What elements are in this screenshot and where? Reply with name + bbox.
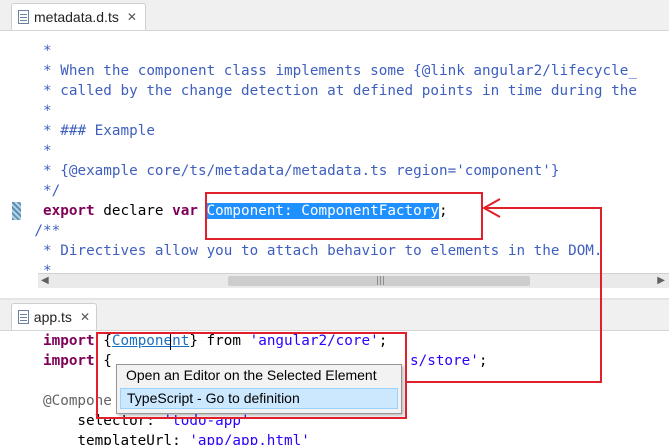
code-line: /** <box>0 223 61 239</box>
string-literal: s/store' <box>410 353 479 369</box>
code-text: templateUrl: <box>43 433 190 445</box>
import-line-tail: s/store'; <box>410 351 487 371</box>
typescript-file-icon <box>18 10 29 24</box>
string-literal: 'app/app.html' <box>189 433 310 445</box>
scroll-left-icon[interactable]: ◀ <box>41 275 49 286</box>
code-line: * <box>0 43 52 59</box>
code-line: * {@example core/ts/metadata/metadata.ts… <box>0 163 560 179</box>
tab-label: metadata.d.ts <box>34 9 119 25</box>
keyword: import <box>43 333 95 349</box>
code-line: * <box>0 103 52 119</box>
code-line: * ### Example <box>0 123 155 139</box>
typescript-file-icon <box>18 310 29 324</box>
horizontal-scrollbar[interactable]: ◀ ||| ▶ <box>38 273 669 288</box>
scroll-right-icon[interactable]: ▶ <box>657 275 665 286</box>
tab-app-ts[interactable]: app.ts ✕ <box>11 303 97 330</box>
close-icon[interactable]: ✕ <box>80 310 90 324</box>
tab-label: app.ts <box>33 309 72 325</box>
template-url-line: templateUrl: 'app/app.html' <box>43 431 310 445</box>
code-text: ; <box>478 353 488 369</box>
code-line: * called by the change detection at defi… <box>0 83 637 99</box>
keyword: var <box>172 203 198 219</box>
occurrence-marker-icon <box>12 202 21 220</box>
tab-metadata-d-ts[interactable]: metadata.d.ts ✕ <box>11 3 146 30</box>
code-line: * <box>0 143 52 159</box>
annotation-box-definition <box>205 192 483 240</box>
bottom-tab-bar: app.ts ✕ <box>0 300 669 331</box>
scrollbar-grip-icon: ||| <box>376 276 386 286</box>
keyword: export <box>43 203 95 219</box>
keyword: import <box>43 353 95 369</box>
close-icon[interactable]: ✕ <box>127 10 137 24</box>
top-editor[interactable]: * * When the component class implements … <box>0 31 669 298</box>
code-line: */ <box>0 183 61 199</box>
code-text: declare <box>94 203 173 219</box>
code-line: * Directives allow you to attach behavio… <box>0 243 603 259</box>
top-tab-bar: metadata.d.ts ✕ <box>0 0 669 31</box>
code-line: * When the component class implements so… <box>0 63 637 79</box>
annotation-box-menu <box>96 332 407 419</box>
